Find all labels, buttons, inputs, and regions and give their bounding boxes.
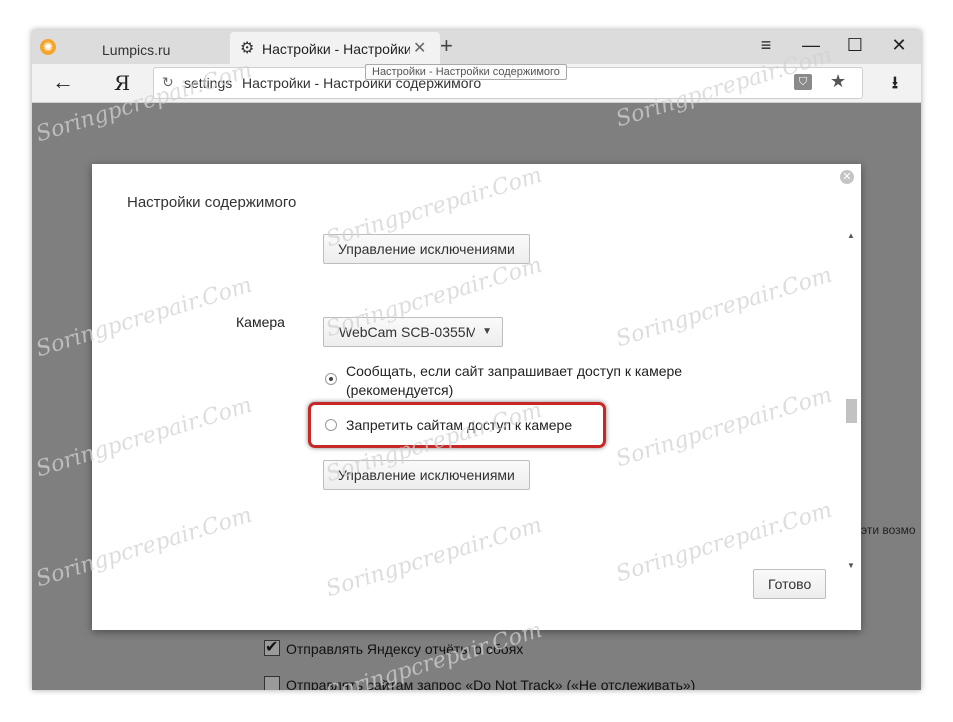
scroll-thumb[interactable] <box>846 399 857 423</box>
browser-logo-icon[interactable]: ✺ <box>40 39 56 55</box>
navigation-bar: ← Я ↻ settings Настройки - Настройки сод… <box>32 64 921 103</box>
browser-window: ✺ Lumpics.ru ⚙ Настройки - Настройки сод… <box>32 30 921 690</box>
checkbox-label: Отправлять Яндексу отчёты о сбоях <box>286 641 524 657</box>
manage-exceptions-button-bottom[interactable]: Управление исключениями <box>323 460 530 490</box>
checkbox-unchecked[interactable] <box>264 676 280 690</box>
tab-label: Настройки - Настройки содержимого <box>262 41 410 57</box>
highlight-frame <box>308 402 606 448</box>
new-tab-button[interactable]: + <box>440 33 453 59</box>
background-text: эти возмо <box>861 523 916 537</box>
yandex-logo[interactable]: Я <box>114 71 130 95</box>
bookmark-star-icon[interactable]: ★ <box>830 71 846 92</box>
tab-settings[interactable]: ⚙ Настройки - Настройки содержимого ✕ <box>230 32 440 64</box>
done-button[interactable]: Готово <box>753 569 827 599</box>
maximize-button[interactable]: ☐ <box>840 35 870 56</box>
checkbox-checked[interactable] <box>264 637 280 657</box>
camera-select[interactable]: WebCam SCB-0355M ▼ <box>323 317 503 347</box>
menu-icon[interactable]: ≡ <box>751 35 781 56</box>
tab-strip: ✺ Lumpics.ru ⚙ Настройки - Настройки сод… <box>32 30 921 64</box>
camera-label: Камера <box>236 314 285 330</box>
tab-lumpics[interactable]: Lumpics.ru <box>92 34 228 64</box>
back-button[interactable]: ← <box>52 69 74 95</box>
scroll-up-arrow-icon[interactable]: ▲ <box>847 231 855 240</box>
download-icon[interactable]: ⭳ <box>892 70 898 99</box>
send-reports-row[interactable]: Отправлять Яндексу отчёты о сбоях <box>264 637 524 657</box>
tab-close-icon[interactable]: ✕ <box>413 38 426 58</box>
do-not-track-row[interactable]: Отправлять сайтам запрос «Do Not Track» … <box>264 676 695 690</box>
manage-exceptions-button-top[interactable]: Управление исключениями <box>323 234 530 264</box>
reload-icon[interactable]: ↻ <box>162 74 174 91</box>
address-scheme: settings <box>184 75 233 91</box>
scroll-down-arrow-icon[interactable]: ▼ <box>847 561 855 570</box>
content-settings-dialog: ✕ Настройки содержимого Управление исклю… <box>92 164 861 630</box>
radio-ask[interactable] <box>325 373 337 385</box>
gear-icon: ⚙ <box>240 40 255 57</box>
protect-shield-icon[interactable]: ⛉ <box>794 74 812 90</box>
checkbox-label: Отправлять сайтам запрос «Do Not Track» … <box>286 677 696 690</box>
tooltip: Настройки - Настройки содержимого <box>365 64 567 80</box>
option-ask-label: Сообщать, если сайт запрашивает доступ к… <box>346 363 683 379</box>
address-bar[interactable]: ↻ settings Настройки - Настройки содержи… <box>153 64 863 99</box>
chevron-down-icon: ▼ <box>482 326 492 337</box>
dialog-title: Настройки содержимого <box>127 194 297 211</box>
close-window-button[interactable]: ✕ <box>884 35 914 56</box>
option-ask-note: (рекомендуется) <box>346 382 454 398</box>
dialog-scrollbar[interactable]: ▲ ▼ <box>845 231 858 574</box>
minimize-button[interactable]: — <box>796 35 826 56</box>
dialog-close-icon[interactable]: ✕ <box>840 170 854 184</box>
tab-label: Lumpics.ru <box>102 42 171 58</box>
camera-select-value: WebCam SCB-0355M <box>339 324 475 340</box>
